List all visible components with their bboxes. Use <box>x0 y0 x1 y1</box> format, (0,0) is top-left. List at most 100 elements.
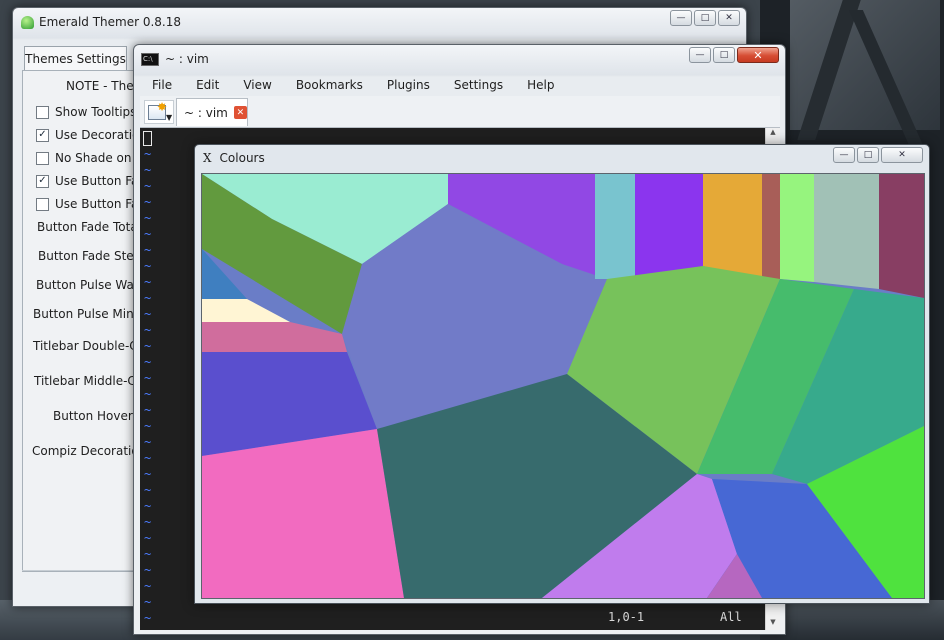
menu-view[interactable]: View <box>231 78 283 92</box>
vim-title: ~ : vim <box>165 52 209 66</box>
empty-line-marker: ~ <box>144 451 152 465</box>
empty-line-marker: ~ <box>144 259 152 273</box>
maximize-button[interactable]: □ <box>694 10 716 26</box>
vim-tabbar: ✸ ▼ ~ : vim ✕ <box>140 96 780 128</box>
menu-edit[interactable]: Edit <box>184 78 231 92</box>
tab-themes-settings[interactable]: Themes Settings <box>24 46 127 71</box>
empty-line-marker: ~ <box>144 435 152 449</box>
empty-line-marker: ~ <box>144 355 152 369</box>
empty-line-marker: ~ <box>144 323 152 337</box>
label-titlebar-middle-click: Titlebar Middle-Cli <box>34 374 143 388</box>
menu-plugins[interactable]: Plugins <box>375 78 442 92</box>
region <box>595 174 635 279</box>
label-compiz-decoration: Compiz Decoration <box>32 444 147 458</box>
region <box>202 299 290 322</box>
minimize-button[interactable]: — <box>833 147 855 163</box>
voronoi-drawing <box>202 174 924 598</box>
menu-settings[interactable]: Settings <box>442 78 515 92</box>
checkbox-box[interactable]: ✓ <box>36 174 49 188</box>
label-button-hover: Button Hover C <box>53 409 145 423</box>
empty-line-marker: ~ <box>144 611 152 625</box>
colours-title: Colours <box>219 151 265 165</box>
close-button[interactable]: ✕ <box>737 47 779 63</box>
region <box>762 174 780 279</box>
emerald-titlebar[interactable]: Emerald Themer 0.8.18 — □ ✕ <box>13 8 746 36</box>
checkbox-box[interactable] <box>36 105 49 119</box>
empty-line-marker: ~ <box>144 547 152 561</box>
checkbox-label: Use Button Fac <box>55 174 145 188</box>
empty-line-marker: ~ <box>144 195 152 209</box>
empty-line-marker: ~ <box>144 387 152 401</box>
close-button[interactable]: ✕ <box>718 10 740 26</box>
emerald-title: Emerald Themer 0.8.18 <box>39 15 182 29</box>
tab-label: ~ : vim <box>184 105 228 120</box>
menu-help[interactable]: Help <box>515 78 566 92</box>
empty-line-marker: ~ <box>144 291 152 305</box>
maximize-button[interactable]: □ <box>713 47 735 63</box>
status-all: All <box>720 610 742 624</box>
menu-bookmarks[interactable]: Bookmarks <box>284 78 375 92</box>
region <box>879 174 924 298</box>
colours-canvas[interactable] <box>201 173 925 599</box>
empty-line-marker: ~ <box>144 339 152 353</box>
colours-titlebar[interactable]: X Colours — □ ✕ <box>195 145 929 171</box>
x-icon: X <box>203 151 212 165</box>
empty-line-marker: ~ <box>144 563 152 577</box>
menu-file[interactable]: File <box>140 78 184 92</box>
terminal-icon: C:\ <box>141 52 159 66</box>
region <box>703 174 762 279</box>
empty-line-marker: ~ <box>144 531 152 545</box>
empty-line-marker: ~ <box>144 227 152 241</box>
close-tab-icon[interactable]: ✕ <box>233 106 247 119</box>
close-button[interactable]: ✕ <box>881 147 923 163</box>
checkbox-label: No Shade on T <box>55 151 143 165</box>
region <box>635 174 703 279</box>
checkbox-use-button-fade[interactable]: ✓ Use Button Fac <box>36 174 145 188</box>
checkbox-box[interactable] <box>36 151 49 165</box>
cursor <box>143 131 152 146</box>
empty-line-marker: ~ <box>144 211 152 225</box>
empty-line-marker: ~ <box>144 579 152 593</box>
region <box>202 322 347 352</box>
minimize-button[interactable]: — <box>670 10 692 26</box>
empty-line-marker: ~ <box>144 467 152 481</box>
checkbox-no-shade[interactable]: No Shade on T <box>36 151 143 165</box>
empty-line-marker: ~ <box>144 515 152 529</box>
empty-line-marker: ~ <box>144 483 152 497</box>
empty-line-marker: ~ <box>144 595 152 609</box>
status-position: 1,0-1 <box>608 610 645 624</box>
checkbox-box[interactable] <box>36 197 49 211</box>
region <box>202 429 404 598</box>
maximize-button[interactable]: □ <box>857 147 879 163</box>
checkbox-show-tooltips[interactable]: Show Tooltips <box>36 105 136 119</box>
label-button-pulse-min: Button Pulse Min C <box>33 307 146 321</box>
label-button-fade-total: Button Fade Total <box>37 220 142 234</box>
region <box>814 174 879 289</box>
vim-menubar: File Edit View Bookmarks Plugins Setting… <box>140 74 944 96</box>
region <box>780 174 814 282</box>
empty-line-marker: ~ <box>144 307 152 321</box>
empty-line-marker: ~ <box>144 403 152 417</box>
label-button-fade-step: Button Fade Step <box>38 249 142 263</box>
colours-window: X Colours — □ ✕ <box>194 144 930 604</box>
scroll-up-icon[interactable]: ▲ <box>766 128 780 140</box>
checkbox-box[interactable]: ✓ <box>36 128 49 142</box>
scroll-down-icon[interactable]: ▼ <box>766 618 780 630</box>
star-icon: ✸ <box>157 100 168 114</box>
empty-line-marker: ~ <box>144 147 152 161</box>
label-button-pulse-wait: Button Pulse Wait <box>36 278 142 292</box>
empty-line-marker: ~ <box>144 163 152 177</box>
new-tab-button[interactable]: ✸ ▼ <box>144 100 174 124</box>
minimize-button[interactable]: — <box>689 47 711 63</box>
tab-vim[interactable]: ~ : vim ✕ <box>176 98 248 126</box>
checkbox-use-decoration[interactable]: ✓ Use Decoration <box>36 128 147 142</box>
vim-titlebar[interactable]: C:\ ~ : vim — □ ✕ <box>134 45 785 73</box>
checkbox-use-button-fade-2[interactable]: Use Button Fac <box>36 197 145 211</box>
empty-line-marker: ~ <box>144 243 152 257</box>
empty-line-marker: ~ <box>144 499 152 513</box>
empty-line-marker: ~ <box>144 275 152 289</box>
checkbox-label: Use Button Fac <box>55 197 145 211</box>
settings-note: NOTE - Thes <box>66 79 140 93</box>
chevron-down-icon[interactable]: ▼ <box>166 113 172 122</box>
empty-line-marker: ~ <box>144 179 152 193</box>
